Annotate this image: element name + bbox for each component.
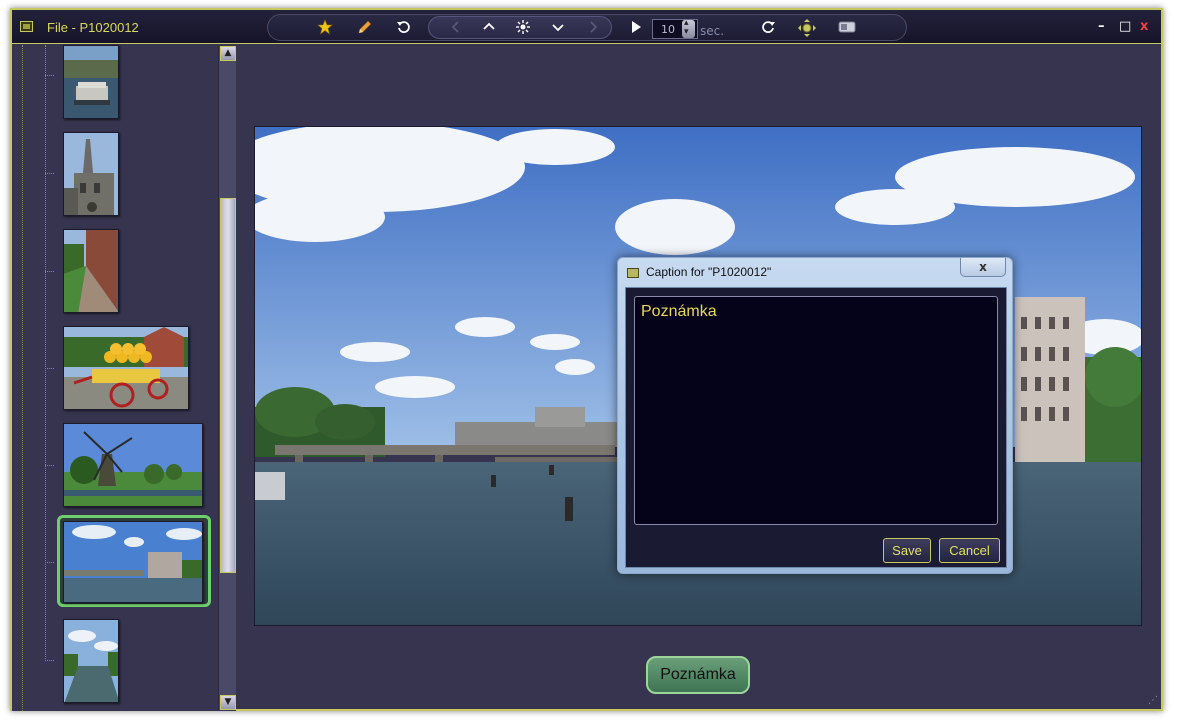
- tree-branch: [45, 562, 54, 563]
- window-title: File - P1020012: [47, 20, 139, 35]
- minimize-button[interactable]: –: [1098, 19, 1105, 34]
- title-bar[interactable]: File - P1020012 10 se: [12, 10, 1161, 44]
- thumbnail-canal[interactable]: [63, 619, 119, 703]
- interval-stepper[interactable]: [682, 18, 695, 38]
- tree-branch: [45, 465, 54, 466]
- app-icon: [20, 21, 33, 32]
- thumbnail-boat[interactable]: [63, 45, 119, 119]
- tree-line: [22, 45, 23, 711]
- caption-textarea[interactable]: Poznámka: [634, 296, 998, 525]
- thumbnail-cheese-cart[interactable]: [63, 326, 189, 410]
- rotate-icon[interactable]: [395, 19, 413, 37]
- thumbnail-amstel-river[interactable]: [63, 521, 203, 603]
- scroll-thumb[interactable]: [220, 198, 236, 573]
- refresh-icon[interactable]: [759, 19, 777, 37]
- tree-branch: [45, 368, 54, 369]
- thumbnail-windmill[interactable]: [63, 423, 203, 507]
- tree-line: [45, 45, 46, 661]
- chevron-right-icon[interactable]: [584, 19, 602, 37]
- panel-icon[interactable]: [838, 19, 856, 37]
- dialog-app-icon: [627, 268, 639, 278]
- scroll-down-button[interactable]: ▼: [220, 695, 236, 710]
- close-button[interactable]: x: [1140, 19, 1148, 34]
- fullscreen-icon[interactable]: [798, 19, 816, 37]
- sun-icon[interactable]: [514, 19, 532, 37]
- thumbnail-sidebar: [12, 45, 236, 711]
- thumbnail-scrollbar[interactable]: ▲ ▼: [218, 46, 236, 710]
- thumbnail-brick-path[interactable]: [63, 229, 119, 313]
- star-icon[interactable]: [316, 19, 334, 37]
- caption-dialog: Caption for "P1020012" x Poznámka Save C…: [617, 257, 1013, 574]
- tree-branch: [45, 271, 54, 272]
- scroll-up-button[interactable]: ▲: [220, 46, 236, 61]
- pencil-icon[interactable]: [356, 19, 374, 37]
- chevron-up-icon[interactable]: [480, 19, 498, 37]
- chevron-down-icon[interactable]: [549, 19, 567, 37]
- thumbnail-church[interactable]: [63, 132, 119, 216]
- dialog-body: Poznámka Save Cancel: [625, 287, 1007, 568]
- save-button[interactable]: Save: [883, 538, 931, 563]
- resize-grip[interactable]: ⋰: [1148, 695, 1158, 706]
- dialog-title: Caption for "P1020012": [646, 265, 772, 279]
- maximize-button[interactable]: □: [1119, 19, 1131, 34]
- dialog-close-button[interactable]: x: [960, 258, 1006, 277]
- tree-branch: [45, 660, 54, 661]
- play-icon[interactable]: [627, 19, 645, 37]
- cancel-button[interactable]: Cancel: [939, 538, 1000, 563]
- caption-badge[interactable]: Poznámka: [646, 656, 750, 694]
- chevron-left-icon[interactable]: [447, 19, 465, 37]
- tree-branch: [45, 173, 54, 174]
- interval-unit: sec.: [700, 24, 725, 38]
- tree-branch: [45, 75, 54, 76]
